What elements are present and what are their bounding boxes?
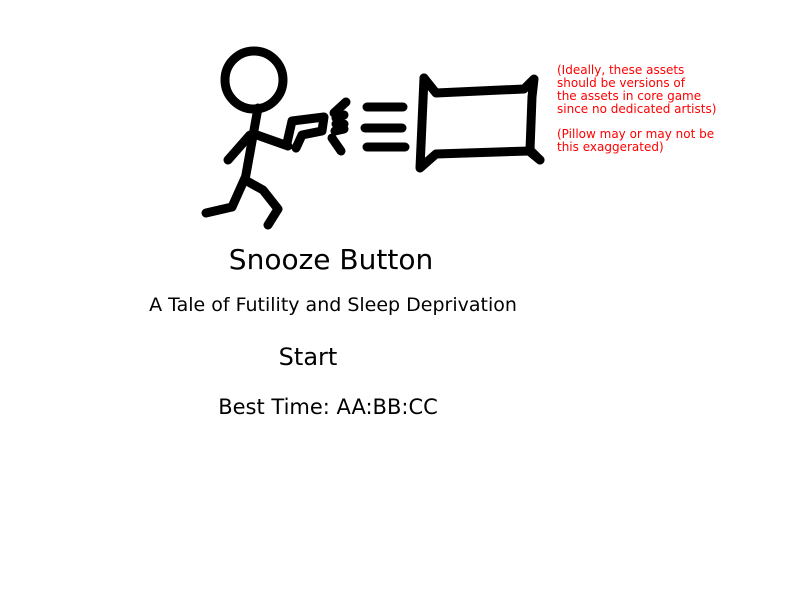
best-time-label: Best Time: AA:BB:CC (218, 395, 438, 419)
pillow-annotation: (Pillow may or may not be this exaggerat… (557, 127, 715, 154)
game-subtitle: A Tale of Futility and Sleep Deprivation (149, 294, 517, 316)
assets-annotation: (Ideally, these assets should be version… (557, 63, 717, 116)
blast-icon (327, 97, 410, 156)
game-title: Snooze Button (228, 243, 434, 276)
title-illustration (201, 46, 545, 230)
start-button[interactable]: Start (258, 340, 358, 374)
blaster-icon (282, 112, 329, 153)
pillow-icon (415, 73, 545, 173)
stick-figure-icon (201, 46, 293, 230)
